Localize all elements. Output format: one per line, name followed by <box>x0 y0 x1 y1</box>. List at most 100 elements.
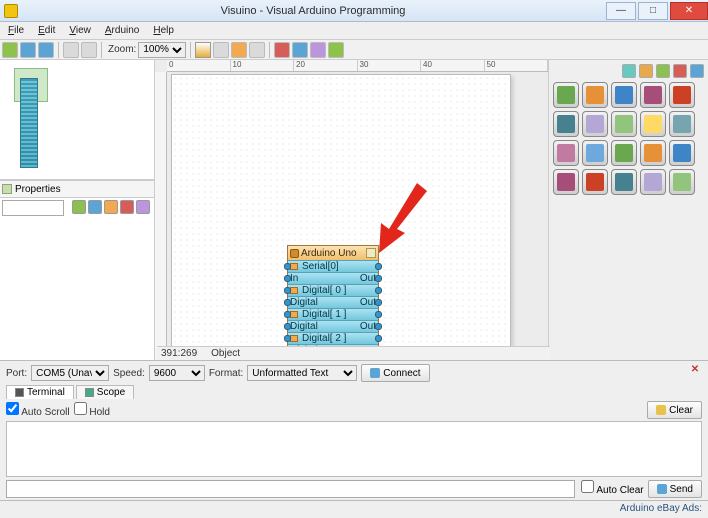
tab-terminal[interactable]: Terminal <box>6 385 74 399</box>
pin-connector[interactable] <box>284 275 291 282</box>
pin-connector[interactable] <box>375 311 382 318</box>
ruler-horizontal <box>167 60 548 72</box>
edit-icon[interactable] <box>366 248 376 258</box>
palette-item[interactable] <box>669 140 695 166</box>
properties-icon <box>2 184 12 194</box>
pin-row[interactable]: DigitalOut <box>288 320 378 332</box>
pin-row[interactable]: Digital[ 2 ] <box>288 332 378 344</box>
autoscroll-checkbox[interactable]: Auto Scroll <box>6 402 70 418</box>
palette-item[interactable] <box>553 82 579 108</box>
format-select[interactable]: Unformatted Text <box>247 365 357 381</box>
pin-connector[interactable] <box>375 263 382 270</box>
tool-icon[interactable] <box>292 42 308 58</box>
menu-arduino[interactable]: Arduino <box>99 24 145 37</box>
port-select[interactable]: COM5 (Unav <box>31 365 109 381</box>
new-icon[interactable] <box>2 42 18 58</box>
pin-connector[interactable] <box>284 287 291 294</box>
pin-connector[interactable] <box>284 263 291 270</box>
pin-row[interactable]: Digital[ 0 ] <box>288 284 378 296</box>
pin-connector[interactable] <box>375 335 382 342</box>
palette-item[interactable] <box>582 82 608 108</box>
palette-item[interactable] <box>611 140 637 166</box>
menu-file[interactable]: File <box>2 24 30 37</box>
save-icon[interactable] <box>38 42 54 58</box>
palette-item[interactable] <box>553 169 579 195</box>
separator <box>101 42 102 58</box>
tab-scope[interactable]: Scope <box>76 385 134 399</box>
prop-icon[interactable] <box>88 200 102 214</box>
filter-input[interactable] <box>2 200 64 216</box>
prop-icon[interactable] <box>104 200 118 214</box>
palette-filter-icon[interactable] <box>622 64 636 78</box>
prop-icon[interactable] <box>120 200 134 214</box>
tool-icon[interactable] <box>310 42 326 58</box>
pin-row[interactable]: DigitalOut <box>288 296 378 308</box>
minimize-button[interactable]: — <box>606 2 636 20</box>
send-input[interactable] <box>6 480 575 498</box>
menu-help[interactable]: Help <box>147 24 180 37</box>
pin-row[interactable]: Digital[ 1 ] <box>288 308 378 320</box>
pin-connector[interactable] <box>284 311 291 318</box>
hold-checkbox[interactable]: Hold <box>74 402 110 418</box>
zoom-select[interactable]: 100% <box>138 42 186 58</box>
tool-icon[interactable] <box>249 42 265 58</box>
terminal-output[interactable] <box>6 421 702 477</box>
pin-row[interactable]: InOut <box>288 272 378 284</box>
close-button[interactable]: ✕ <box>670 2 708 20</box>
prop-icon[interactable] <box>136 200 150 214</box>
tool-icon[interactable] <box>231 42 247 58</box>
palette-item[interactable] <box>582 111 608 137</box>
palette-item[interactable] <box>640 169 666 195</box>
pin-connector[interactable] <box>284 323 291 330</box>
component-header[interactable]: Arduino Uno <box>288 246 378 260</box>
palette-filter-icon[interactable] <box>673 64 687 78</box>
clear-button[interactable]: Clear <box>647 401 702 419</box>
palette-item[interactable] <box>640 111 666 137</box>
speed-select[interactable]: 9600 <box>149 365 205 381</box>
folder-icon <box>290 311 298 318</box>
palette-filter-icon[interactable] <box>639 64 653 78</box>
send-button[interactable]: Send <box>648 480 702 498</box>
design-page[interactable]: Arduino Uno Serial[0]InOutDigital[ 0 ]Di… <box>171 74 511 354</box>
pin-connector[interactable] <box>375 299 382 306</box>
pin-connector[interactable] <box>375 275 382 282</box>
overview-thumbnail[interactable] <box>0 60 154 180</box>
prop-icon[interactable] <box>72 200 86 214</box>
undo-icon[interactable] <box>63 42 79 58</box>
ruler-icon[interactable] <box>195 42 211 58</box>
pin-row[interactable]: Serial[0] <box>288 260 378 272</box>
panel-close-icon[interactable]: ✕ <box>688 364 702 378</box>
palette-item[interactable] <box>611 169 637 195</box>
redo-icon[interactable] <box>81 42 97 58</box>
palette-filter-icon[interactable] <box>690 64 704 78</box>
tool-icon[interactable] <box>274 42 290 58</box>
maximize-button[interactable]: □ <box>638 2 668 20</box>
canvas[interactable]: Arduino Uno Serial[0]InOutDigital[ 0 ]Di… <box>155 60 548 360</box>
palette-item[interactable] <box>611 82 637 108</box>
menu-edit[interactable]: Edit <box>32 24 61 37</box>
autoclear-checkbox[interactable]: Auto Clear <box>581 480 643 498</box>
menu-view[interactable]: View <box>63 24 97 37</box>
tool-icon[interactable] <box>328 42 344 58</box>
open-icon[interactable] <box>20 42 36 58</box>
pin-connector[interactable] <box>284 335 291 342</box>
terminal-panel: ✕ Port: COM5 (Unav Speed: 9600 Format: U… <box>0 360 708 500</box>
palette-item[interactable] <box>669 169 695 195</box>
pin-connector[interactable] <box>375 287 382 294</box>
palette-item[interactable] <box>582 169 608 195</box>
broom-icon <box>656 405 666 415</box>
palette-filter-icon[interactable] <box>656 64 670 78</box>
palette-item[interactable] <box>640 82 666 108</box>
palette-item[interactable] <box>640 140 666 166</box>
tool-icon[interactable] <box>213 42 229 58</box>
connect-button[interactable]: Connect <box>361 364 429 382</box>
palette-item[interactable] <box>669 82 695 108</box>
pin-connector[interactable] <box>284 299 291 306</box>
palette-item[interactable] <box>553 140 579 166</box>
palette-item[interactable] <box>553 111 579 137</box>
palette-item[interactable] <box>582 140 608 166</box>
properties-tab[interactable]: Properties <box>0 180 154 198</box>
pin-connector[interactable] <box>375 323 382 330</box>
palette-item[interactable] <box>669 111 695 137</box>
palette-item[interactable] <box>611 111 637 137</box>
